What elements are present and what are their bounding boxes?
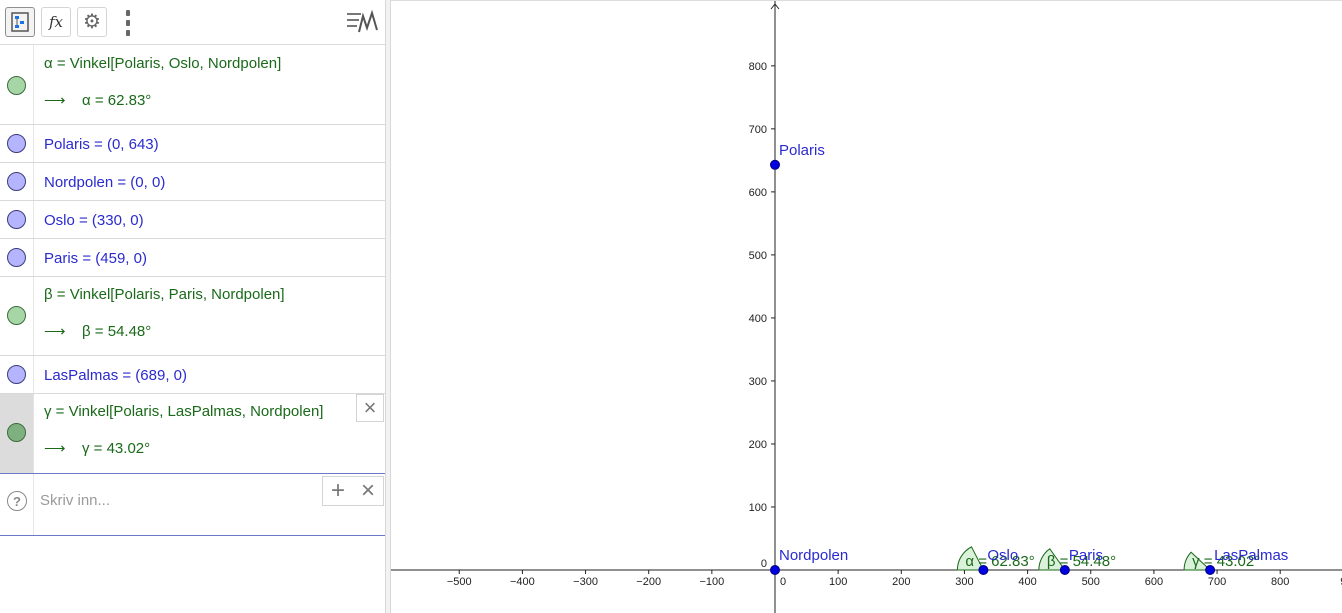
marble-cell: ?	[0, 474, 34, 535]
points: Polaris Nordpolen Oslo Paris LasPalmas	[770, 142, 1288, 575]
geogebra-window: fx ⚙ α = Vinkel[Polaris, Oslo, Nordpolen…	[0, 0, 1342, 613]
visibility-toggle-gamma[interactable]	[7, 423, 26, 442]
y-tick-label: 300	[749, 376, 767, 388]
y-tick-label: 600	[749, 187, 767, 199]
point-label-polaris: Polaris	[779, 142, 825, 159]
x-tick-label: −400	[510, 576, 535, 588]
fx-formula-button[interactable]: fx	[41, 7, 71, 37]
y-tick-label: 200	[749, 439, 767, 451]
y-tick-label: 100	[749, 502, 767, 514]
algebra-view: fx ⚙ α = Vinkel[Polaris, Oslo, Nordpolen…	[0, 0, 385, 613]
visibility-toggle-beta[interactable]	[7, 306, 26, 325]
marble-cell	[0, 125, 34, 162]
beta-value: β = 54.48°	[82, 323, 152, 340]
algebra-row-paris[interactable]: Paris = (459, 0)	[0, 239, 385, 277]
x-tick-label: −100	[699, 576, 724, 588]
vertical-dots-icon[interactable]	[124, 10, 132, 36]
x-tick-label: 200	[892, 576, 910, 588]
x-tick-label: 700	[1208, 576, 1226, 588]
visibility-toggle-alpha[interactable]	[7, 76, 26, 95]
beta-value-line: ⟶ β = 54.48°	[44, 322, 151, 340]
graphics-view[interactable]: −500 −400 −300 −200 −100 0 100 200 300 400 500 600 7…	[391, 0, 1342, 613]
marble-cell	[0, 201, 34, 238]
algebra-description-toggle-button[interactable]	[5, 7, 35, 37]
input-actions: + ×	[322, 476, 384, 506]
style-bar-icon[interactable]	[345, 9, 379, 34]
algebra-row-beta[interactable]: β = Vinkel[Polaris, Paris, Nordpolen] ⟶ β…	[0, 277, 385, 356]
oslo-definition: Oslo = (330, 0)	[44, 212, 144, 229]
gear-icon: ⚙	[83, 11, 101, 33]
y-tick-label: 400	[749, 313, 767, 325]
alpha-value-line: ⟶ α = 62.83°	[44, 91, 151, 109]
x-tick-label: 100	[829, 576, 847, 588]
beta-definition: β = Vinkel[Polaris, Paris, Nordpolen]	[44, 286, 285, 303]
gamma-definition: γ = Vinkel[Polaris, LasPalmas, Nordpolen…	[44, 403, 324, 420]
marble-cell	[0, 394, 34, 473]
alpha-value: α = 62.83°	[82, 92, 152, 109]
marble-cell	[0, 45, 34, 124]
laspalmas-definition: LasPalmas = (689, 0)	[44, 367, 187, 384]
gamma-value: γ = 43.02°	[82, 440, 151, 457]
algebra-input-field[interactable]	[40, 492, 310, 509]
point-polaris	[770, 159, 780, 170]
point-label-oslo: Oslo	[987, 547, 1018, 564]
point-nordpolen	[770, 565, 780, 575]
x-tick-label: 600	[1145, 576, 1163, 588]
graphics-canvas[interactable]: −500 −400 −300 −200 −100 0 100 200 300 400 500 600 7…	[391, 1, 1342, 613]
visibility-toggle-nordpolen[interactable]	[7, 172, 26, 191]
delete-row-button[interactable]: ×	[356, 394, 384, 422]
algebra-input-row[interactable]: ? + ×	[0, 473, 385, 536]
marble-cell	[0, 163, 34, 200]
x-tick-label: 800	[1271, 576, 1289, 588]
y-zero-label: 0	[761, 558, 767, 570]
algebra-row-gamma[interactable]: γ = Vinkel[Polaris, LasPalmas, Nordpolen…	[0, 394, 385, 473]
x-tick-label: 400	[1018, 576, 1036, 588]
visibility-toggle-paris[interactable]	[7, 248, 26, 267]
arrow-icon: ⟶	[44, 323, 66, 340]
point-label-nordpolen: Nordpolen	[779, 547, 848, 564]
plus-icon[interactable]: +	[331, 479, 345, 503]
x-tick-label: 0	[780, 576, 786, 588]
nordpolen-definition: Nordpolen = (0, 0)	[44, 174, 166, 191]
y-tick-label: 500	[749, 250, 767, 262]
algebra-row-oslo[interactable]: Oslo = (330, 0)	[0, 201, 385, 239]
x-tick-label: −500	[447, 576, 472, 588]
alpha-definition: α = Vinkel[Polaris, Oslo, Nordpolen]	[44, 55, 282, 72]
settings-button[interactable]: ⚙	[77, 7, 107, 37]
polaris-definition: Polaris = (0, 643)	[44, 136, 159, 153]
close-icon[interactable]: ×	[361, 479, 375, 503]
y-tick-label: 700	[749, 124, 767, 136]
axes	[391, 1, 1342, 613]
paris-definition: Paris = (459, 0)	[44, 250, 147, 267]
help-icon[interactable]: ?	[7, 491, 27, 511]
close-icon: ×	[363, 395, 377, 420]
visibility-toggle-oslo[interactable]	[7, 210, 26, 229]
point-label-paris: Paris	[1069, 547, 1103, 564]
algebra-row-alpha[interactable]: α = Vinkel[Polaris, Oslo, Nordpolen] ⟶ α …	[0, 45, 385, 125]
marble-cell	[0, 277, 34, 355]
point-laspalmas	[1205, 565, 1216, 575]
y-tick-label: 800	[749, 61, 767, 73]
gamma-value-line: ⟶ γ = 43.02°	[44, 439, 150, 457]
fx-icon: fx	[48, 13, 63, 31]
x-tick-label: 500	[1082, 576, 1100, 588]
tree-list-icon	[11, 12, 29, 32]
arrow-icon: ⟶	[44, 440, 66, 457]
visibility-toggle-polaris[interactable]	[7, 134, 26, 153]
marble-cell	[0, 239, 34, 276]
x-tick-label: −300	[573, 576, 598, 588]
algebra-toolbar: fx ⚙	[0, 0, 385, 45]
point-paris	[1059, 565, 1070, 575]
x-tick-label: −200	[636, 576, 661, 588]
algebra-row-laspalmas[interactable]: LasPalmas = (689, 0)	[0, 356, 385, 394]
marble-cell	[0, 356, 34, 393]
x-tick-label: 300	[955, 576, 973, 588]
algebra-row-nordpolen[interactable]: Nordpolen = (0, 0)	[0, 163, 385, 201]
y-ticks: 100 200 300 400 500 600 700 800 0	[749, 61, 775, 570]
visibility-toggle-laspalmas[interactable]	[7, 365, 26, 384]
point-oslo	[978, 565, 989, 575]
point-label-laspalmas: LasPalmas	[1214, 547, 1288, 564]
arrow-icon: ⟶	[44, 92, 66, 109]
algebra-row-polaris[interactable]: Polaris = (0, 643)	[0, 125, 385, 163]
